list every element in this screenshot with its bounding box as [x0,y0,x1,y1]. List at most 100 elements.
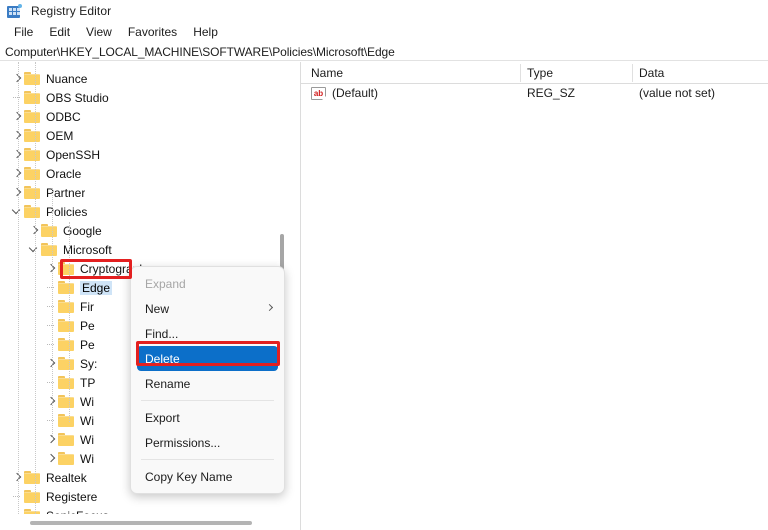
tree-horizontal-scrollbar[interactable] [0,516,292,530]
folder-icon [58,262,75,275]
folder-icon [58,414,75,427]
tree-guide-icon [44,335,58,354]
chevron-right-icon[interactable] [44,392,58,411]
menu-help[interactable]: Help [185,23,226,41]
tree-node-label: SonicFocus [46,509,109,515]
folder-icon [24,129,41,142]
column-header-type[interactable]: Type [527,66,553,80]
column-divider-name-type[interactable] [520,64,521,82]
folder-icon [24,148,41,161]
string-value-icon: ab [311,87,326,100]
table-row[interactable]: ab (Default) REG_SZ (value not set) [301,84,768,104]
folder-icon [58,395,75,408]
context-menu-separator [141,400,274,401]
tree-guide-icon [10,487,24,506]
tree-node-obs-studio[interactable]: OBS Studio [0,88,292,107]
address-bar[interactable]: Computer\HKEY_LOCAL_MACHINE\SOFTWARE\Pol… [0,43,768,61]
pane-splitter[interactable] [292,62,300,530]
tree-guide-icon [44,373,58,392]
context-menu-item-export[interactable]: Export [131,405,284,430]
tree-node-label: OEM [46,128,74,143]
tree-node-sonicfocus[interactable]: SonicFocus [0,506,292,514]
folder-icon [24,509,41,514]
registry-values-pane[interactable]: Name Type Data ab (Default) REG_SZ (valu… [300,62,768,530]
folder-icon [58,376,75,389]
tree-node-nuance[interactable]: Nuance [0,69,292,88]
context-menu-item-label: Permissions... [145,435,221,450]
column-header-name[interactable]: Name [311,66,343,80]
folder-icon [41,224,58,237]
folder-icon [24,205,41,218]
folder-icon [58,319,75,332]
tree-node-odbc[interactable]: ODBC [0,107,292,126]
tree-node-policies[interactable]: Policies [0,202,292,221]
chevron-right-icon[interactable] [10,69,24,88]
context-menu-item-label: Rename [145,376,191,391]
chevron-right-icon[interactable] [44,449,58,468]
tree-guide-line [35,62,36,514]
context-menu-item-copy-key-name[interactable]: Copy Key Name [131,464,284,489]
tree-guide-line [69,222,70,422]
column-header-data[interactable]: Data [639,66,664,80]
chevron-right-icon[interactable] [44,430,58,449]
chevron-right-icon[interactable] [44,259,58,278]
chevron-down-icon[interactable] [10,202,24,221]
value-data: (value not set) [639,86,716,100]
menu-file[interactable]: File [6,23,41,41]
tree-node-oem[interactable]: OEM [0,126,292,145]
tree-node-label: TP [80,375,96,390]
value-type: REG_SZ [527,86,576,100]
context-menu-item-delete[interactable]: Delete [137,346,278,371]
tree-node-label: Nuance [46,71,88,86]
tree-node-label: ODBC [46,109,81,124]
tree-node-google[interactable]: Google [0,221,292,240]
context-menu[interactable]: Expand New Find... Delete Rename Export Permis… [130,266,285,494]
chevron-right-icon[interactable] [10,164,24,183]
folder-icon [24,471,41,484]
tree-node-label: OBS Studio [46,90,109,105]
folder-icon [58,338,75,351]
context-menu-item-permissions[interactable]: Permissions... [131,430,284,455]
folder-icon [58,281,75,294]
menu-favorites[interactable]: Favorites [120,23,185,41]
tree-node-label: Realtek [46,470,87,485]
chevron-right-icon[interactable] [44,354,58,373]
tree-node-oracle[interactable]: Oracle [0,164,292,183]
context-menu-separator [141,459,274,460]
tree-node-label: Sy: [80,356,98,371]
tree-node-openssh[interactable]: OpenSSH [0,145,292,164]
menu-view[interactable]: View [78,23,120,41]
menu-edit[interactable]: Edit [41,23,78,41]
tree-guide-icon [44,411,58,430]
chevron-right-icon[interactable] [27,221,41,240]
tree-node-label: Wi [80,432,94,447]
context-menu-item-label: Copy Key Name [145,469,233,484]
tree-guide-icon [44,278,58,297]
tree-node-label: Edge [80,280,113,295]
column-divider-type-data[interactable] [632,64,633,82]
tree-guide-line [52,188,53,438]
tree-node-label: Wi [80,451,94,466]
chevron-down-icon[interactable] [27,240,41,259]
context-menu-item-find[interactable]: Find... [131,321,284,346]
registry-path: Computer\HKEY_LOCAL_MACHINE\SOFTWARE\Pol… [5,44,395,59]
context-menu-item-new[interactable]: New [131,296,284,321]
tree-node-microsoft[interactable]: Microsoft [0,240,292,259]
folder-icon [58,300,75,313]
chevron-right-icon[interactable] [10,468,24,487]
chevron-right-icon[interactable] [10,145,24,164]
tree-node-label: Fir [80,299,94,314]
chevron-right-icon[interactable] [10,183,24,202]
context-menu-item-rename[interactable]: Rename [131,371,284,396]
folder-icon [24,72,41,85]
folder-icon [58,452,75,465]
chevron-right-icon[interactable] [10,107,24,126]
chevron-right-icon[interactable] [10,126,24,145]
folder-icon [58,357,75,370]
tree-hscroll-thumb[interactable] [30,521,252,525]
tree-node-partner[interactable]: Partner [0,183,292,202]
tree-guide-icon [10,506,24,514]
menu-bar: File Edit View Favorites Help [0,22,768,42]
context-menu-item-expand: Expand [131,271,284,296]
folder-icon [24,167,41,180]
